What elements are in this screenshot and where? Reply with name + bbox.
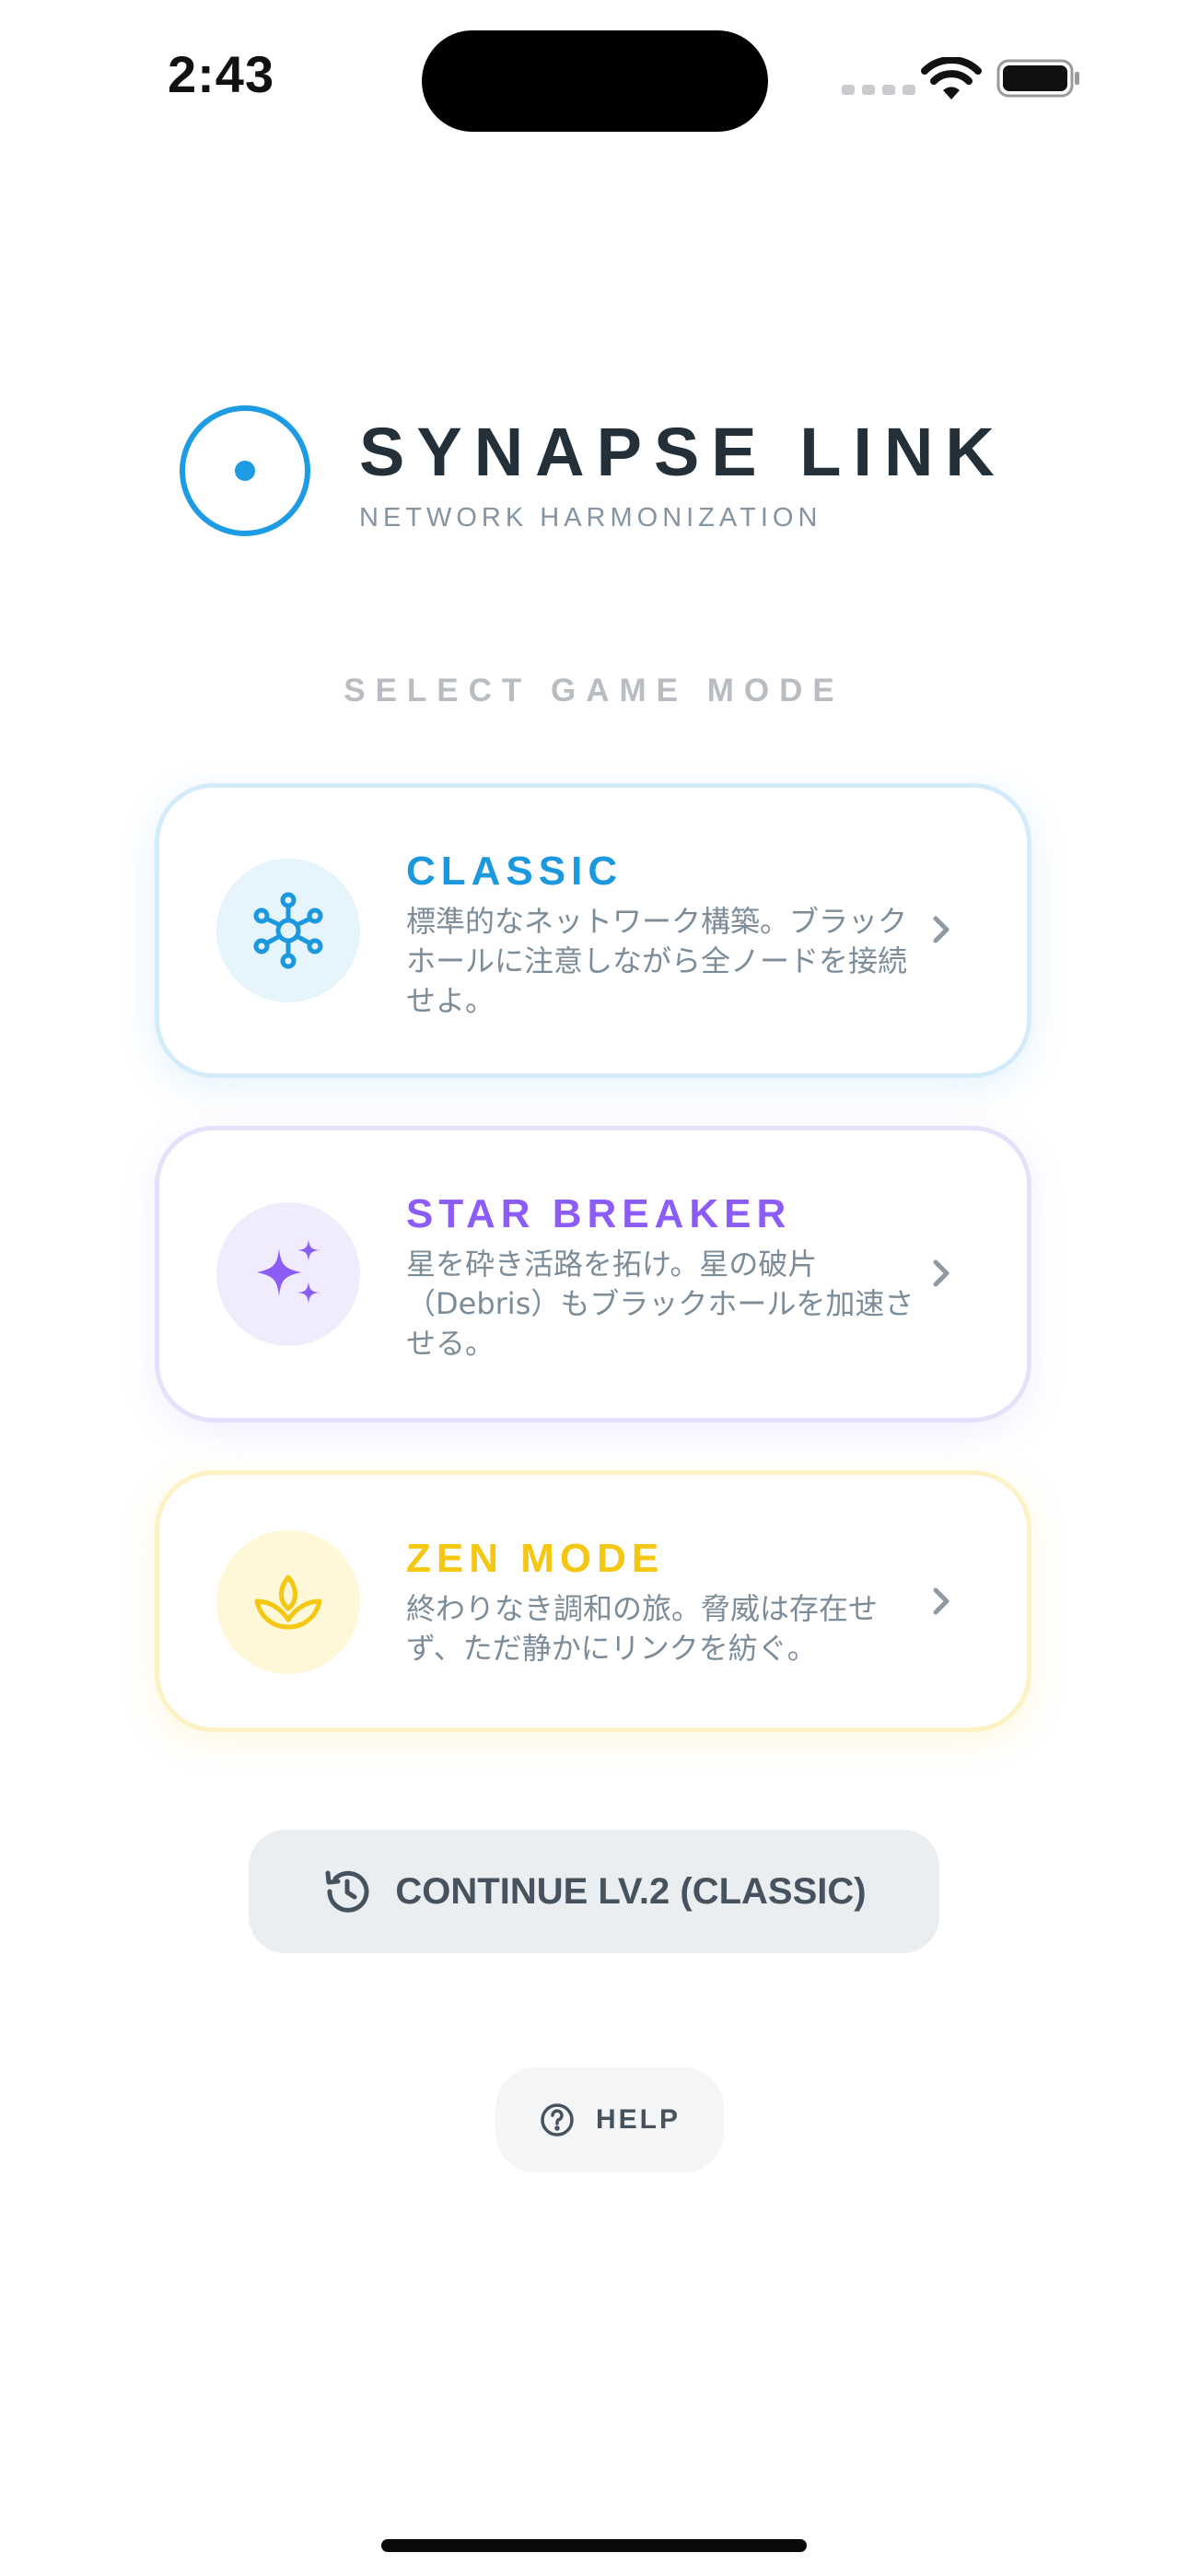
status-time: 2:43 (168, 45, 275, 103)
mode-card-classic[interactable]: CLASSIC 標準的なネットワーク構築。ブラックホールに注意しながら全ノードを… (155, 783, 1031, 1078)
sparkles-icon (216, 1202, 360, 1346)
wifi-icon (921, 57, 982, 100)
mode-description: 終わりなき調和の旅。脅威は存在せず、ただ静かにリンクを紡ぐ。 (406, 1591, 879, 1666)
chevron-right-icon (933, 916, 949, 943)
lotus-icon (216, 1530, 360, 1674)
home-indicator[interactable] (381, 2539, 807, 2552)
cellular-signal-icon (842, 85, 915, 95)
chevron-right-icon (933, 1259, 949, 1287)
mode-card-star-breaker[interactable]: STAR BREAKER 星を砕き活路を拓け。星の破片（Debris）もブラック… (155, 1126, 1031, 1423)
logo-center-dot (235, 461, 255, 481)
history-icon (325, 1870, 369, 1913)
logo-icon (180, 405, 310, 536)
question-circle-icon (541, 2103, 574, 2137)
mode-title: CLASSIC (406, 849, 623, 894)
mode-description: 星を砕き活路を拓け。星の破片（Debris）もブラックホールを加速させる。 (406, 1247, 914, 1361)
dynamic-island (422, 30, 768, 132)
continue-button[interactable]: CONTINUE LV.2 (CLASSIC) (249, 1830, 939, 1953)
mode-description: 標準的なネットワーク構築。ブラックホールに注意しながら全ノードを接続せよ。 (406, 904, 908, 1018)
continue-label: CONTINUE LV.2 (CLASSIC) (395, 1870, 867, 1912)
mode-card-zen[interactable]: ZEN MODE 終わりなき調和の旅。脅威は存在せず、ただ静かにリンクを紡ぐ。 (155, 1470, 1031, 1732)
help-button[interactable]: HELP (495, 2067, 724, 2172)
app-subtitle: NETWORK HARMONIZATION (359, 503, 822, 533)
app-title: SYNAPSE LINK (359, 414, 1007, 490)
network-nodes-icon (216, 859, 360, 1002)
section-title: SELECT GAME MODE (344, 673, 844, 708)
mode-title: ZEN MODE (406, 1536, 665, 1581)
mode-title: STAR BREAKER (406, 1191, 792, 1236)
chevron-right-icon (933, 1587, 949, 1615)
help-label: HELP (595, 2104, 681, 2135)
battery-icon (996, 59, 1079, 98)
